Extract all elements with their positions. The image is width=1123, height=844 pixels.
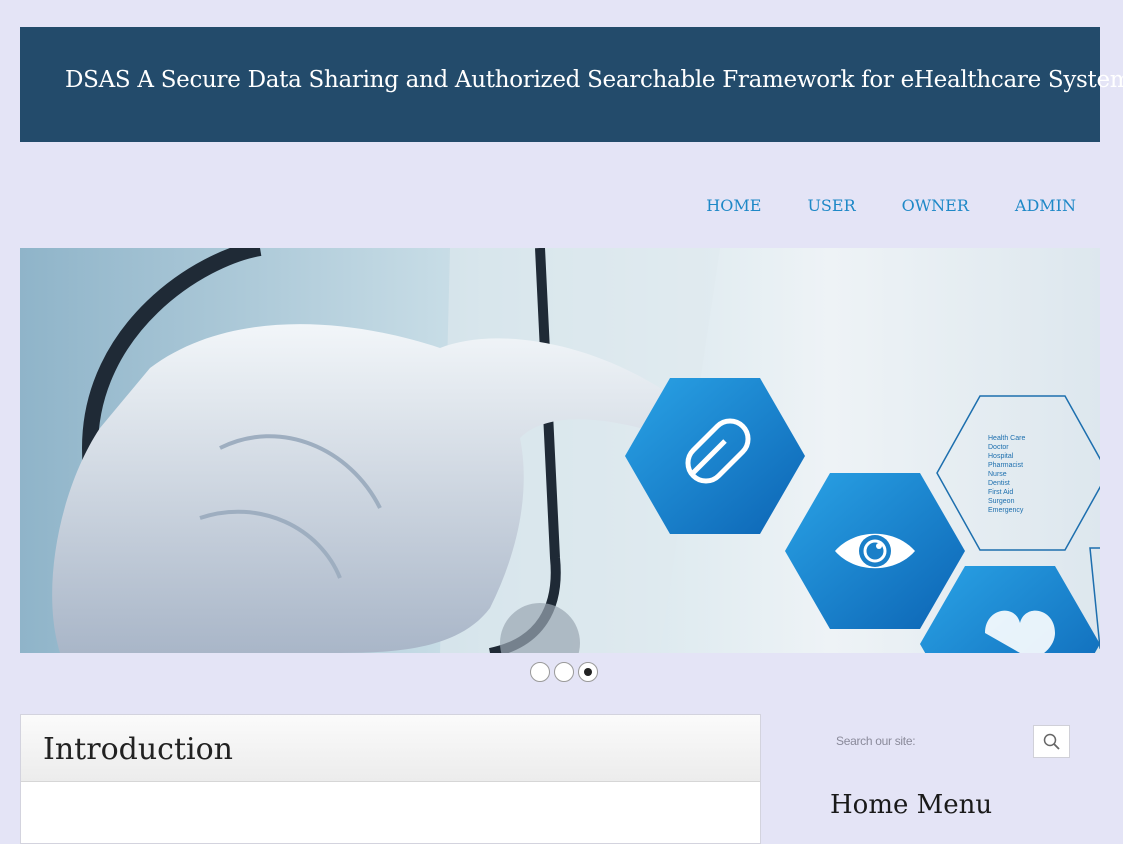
hex-list-item: Nurse (988, 471, 1007, 478)
hex-list-item: Surgeon (988, 498, 1015, 505)
hex-list-item: Pharmacist (988, 462, 1023, 469)
hex-list-item: Emergency (988, 507, 1024, 514)
nav-admin[interactable]: ADMIN (1015, 196, 1076, 215)
site-header: DSAS A Secure Data Sharing and Authorize… (20, 27, 1123, 142)
nav-home[interactable]: HOME (706, 196, 761, 215)
hex-list-item: First Aid (988, 489, 1013, 496)
slider-dot-2[interactable] (554, 662, 574, 682)
site-title: DSAS A Secure Data Sharing and Authorize… (65, 67, 1123, 93)
main-nav: HOME USER OWNER ADMIN (660, 196, 1076, 215)
slider-pagination (530, 662, 598, 682)
home-menu-title: Home Menu (830, 790, 993, 820)
hex-list-item: Health Care (988, 435, 1025, 442)
introduction-header: Introduction (21, 715, 760, 782)
nav-owner[interactable]: OWNER (902, 196, 969, 215)
search-input[interactable]: Search our site: (836, 734, 916, 748)
introduction-panel: Introduction (20, 714, 761, 844)
hex-list-item: Dentist (988, 480, 1010, 487)
hero-banner: Health Care Doctor Hospital Pharmacist N… (20, 248, 1100, 653)
slider-dot-3[interactable] (578, 662, 598, 682)
slider-dot-1[interactable] (530, 662, 550, 682)
nav-user[interactable]: USER (807, 196, 855, 215)
hex-list-item: Doctor (988, 444, 1009, 451)
search-button[interactable] (1033, 725, 1070, 758)
banner-image: Health Care Doctor Hospital Pharmacist N… (20, 248, 1100, 653)
search-icon (1043, 733, 1060, 750)
hex-list-item: Hospital (988, 453, 1014, 460)
introduction-title: Introduction (43, 732, 233, 767)
